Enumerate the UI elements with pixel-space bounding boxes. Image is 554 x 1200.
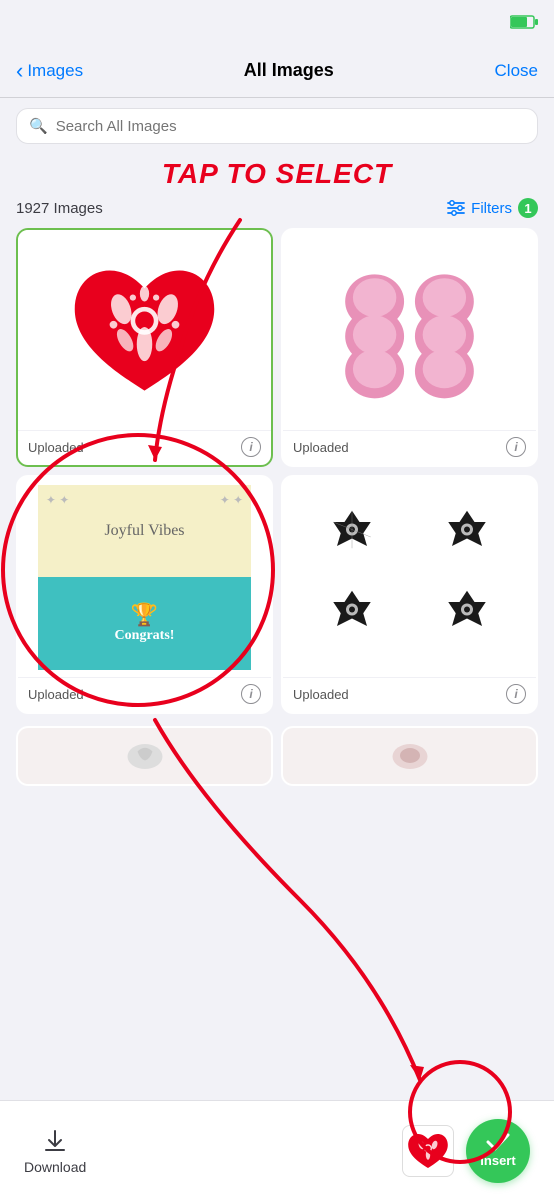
image-card-3-info[interactable]: i xyxy=(241,684,261,704)
info-icon-1: i xyxy=(249,440,252,454)
image-thumb-4 xyxy=(283,477,536,677)
search-container: 🔍 xyxy=(0,98,554,154)
card-trophy: 🏆 Congrats! xyxy=(115,602,175,644)
image-card-4-info[interactable]: i xyxy=(506,684,526,704)
image-card-2-info[interactable]: i xyxy=(506,437,526,457)
search-bar[interactable]: 🔍 xyxy=(16,108,538,144)
card-design: ✦ ✦ ✦ ✦ Joyful Vibes 🏆 Congrats! xyxy=(38,485,251,670)
chevron-left-icon: ‹ xyxy=(16,58,23,84)
page-title: All Images xyxy=(244,60,334,81)
info-icon-3: i xyxy=(249,687,252,701)
partial-inner-1 xyxy=(18,728,271,784)
image-card-2-footer: Uploaded i xyxy=(283,430,536,465)
card-trophy-text: Congrats! xyxy=(115,628,175,644)
snowflake-1 xyxy=(299,501,406,574)
back-label: Images xyxy=(27,61,83,81)
image-card-3-label: Uploaded xyxy=(28,687,84,702)
download-label: Download xyxy=(24,1159,86,1175)
snowflakes-grid xyxy=(283,485,536,670)
search-input[interactable] xyxy=(56,118,525,135)
image-card-4-label: Uploaded xyxy=(293,687,349,702)
count-filter-bar: 1927 Images Filters 1 xyxy=(0,190,554,224)
partial-grid xyxy=(0,722,554,794)
snowflake-3 xyxy=(299,581,406,654)
search-icon: 🔍 xyxy=(29,117,48,135)
info-icon-2: i xyxy=(514,440,517,454)
filter-label: Filters xyxy=(471,200,512,217)
image-card-1-label: Uploaded xyxy=(28,440,84,455)
image-thumb-2 xyxy=(283,230,536,430)
selected-thumb-svg xyxy=(406,1129,450,1173)
bottom-center: Insert xyxy=(402,1119,530,1183)
image-card-3[interactable]: ✦ ✦ ✦ ✦ Joyful Vibes 🏆 Congrats! Uploade… xyxy=(16,475,273,714)
bottom-bar: Download Insert xyxy=(0,1100,554,1200)
partial-inner-2 xyxy=(283,728,536,784)
image-card-4[interactable]: Uploaded i xyxy=(281,475,538,714)
heart-ornamental-svg xyxy=(67,253,222,408)
pink-blob-svg xyxy=(332,253,487,408)
info-icon-4: i xyxy=(514,687,517,701)
status-bar xyxy=(0,0,554,44)
nav-bar: ‹ Images All Images Close xyxy=(0,44,554,98)
back-button[interactable]: ‹ Images xyxy=(16,58,83,84)
image-thumb-1 xyxy=(18,230,271,430)
snowflake-4 xyxy=(414,581,521,654)
partial-thumb-svg-2 xyxy=(390,739,430,774)
image-card-1-info[interactable]: i xyxy=(241,437,261,457)
filter-icon xyxy=(447,200,465,216)
card-bottom: 🏆 Congrats! xyxy=(38,577,251,670)
card-signature: Joyful Vibes xyxy=(104,522,184,540)
close-button[interactable]: Close xyxy=(495,61,538,81)
snowflake-2 xyxy=(414,501,521,574)
selected-thumbnail xyxy=(402,1125,454,1177)
image-card-1[interactable]: Uploaded i xyxy=(16,228,273,467)
checkmark-icon xyxy=(486,1133,510,1151)
card-stars-left: ✦ ✦ xyxy=(46,493,69,507)
images-count: 1927 Images xyxy=(16,200,103,217)
image-card-3-footer: Uploaded i xyxy=(18,677,271,712)
insert-label: Insert xyxy=(480,1153,515,1168)
tap-to-select-annotation: TAP TO SELECT xyxy=(0,154,554,190)
card-top: ✦ ✦ ✦ ✦ Joyful Vibes xyxy=(38,485,251,578)
filter-button[interactable]: Filters 1 xyxy=(447,198,538,218)
card-stars-right: ✦ ✦ xyxy=(220,493,243,507)
image-thumb-3: ✦ ✦ ✦ ✦ Joyful Vibes 🏆 Congrats! xyxy=(18,477,271,677)
filter-badge: 1 xyxy=(518,198,538,218)
partial-card-2[interactable] xyxy=(281,726,538,786)
image-card-2[interactable]: Uploaded i xyxy=(281,228,538,467)
partial-thumb-svg xyxy=(125,739,165,774)
insert-button[interactable]: Insert xyxy=(466,1119,530,1183)
partial-card-1[interactable] xyxy=(16,726,273,786)
image-card-1-footer: Uploaded i xyxy=(18,430,271,465)
image-card-2-label: Uploaded xyxy=(293,440,349,455)
image-grid: Uploaded i xyxy=(0,224,554,722)
battery-icon xyxy=(510,15,538,29)
image-card-4-footer: Uploaded i xyxy=(283,677,536,712)
download-button[interactable]: Download xyxy=(24,1127,86,1175)
download-icon xyxy=(41,1127,69,1155)
